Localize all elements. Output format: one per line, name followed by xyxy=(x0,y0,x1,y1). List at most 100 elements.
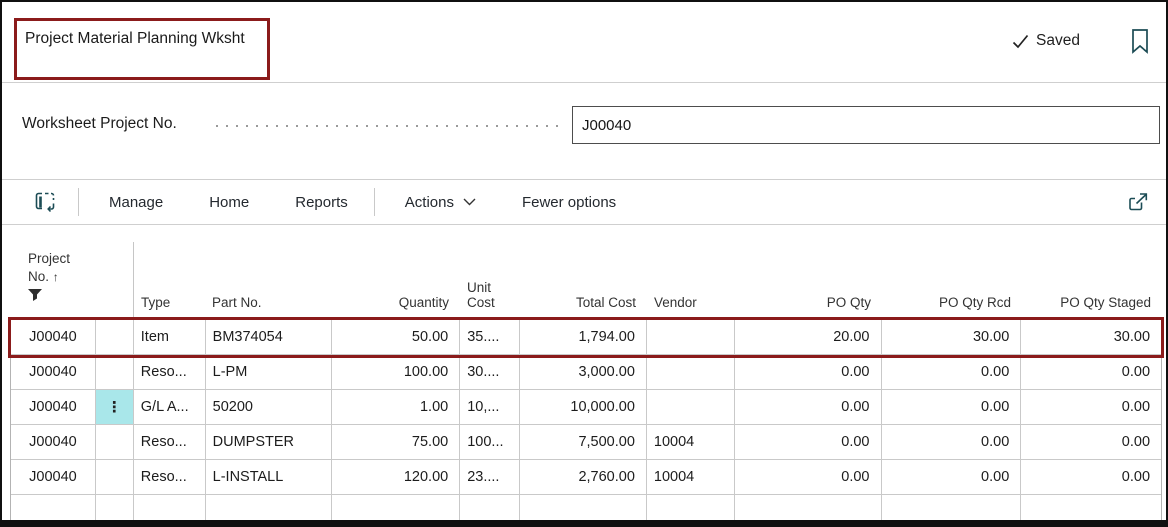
cell-unit-cost[interactable]: 23.... xyxy=(460,460,520,494)
menu-item-manage[interactable]: Manage xyxy=(109,194,163,211)
cell-po-qty[interactable]: 0.00 xyxy=(735,355,882,389)
row-menu-cell[interactable]: ⋮ xyxy=(96,390,134,424)
cell-vendor[interactable]: 10004 xyxy=(647,460,735,494)
cell-po-qty[interactable] xyxy=(735,495,882,523)
cell-part-no[interactable]: BM374054 xyxy=(206,320,333,354)
cell-po-qty-rcd[interactable]: 30.00 xyxy=(882,320,1022,354)
table-header-row: Project No. ↑ Type Part No. Quantity Uni… xyxy=(10,242,1162,319)
menu-item-fewer-options[interactable]: Fewer options xyxy=(522,194,616,211)
cell-quantity[interactable]: 120.00 xyxy=(332,460,460,494)
cell-po-qty-rcd[interactable]: 0.00 xyxy=(882,390,1022,424)
row-menu-cell[interactable] xyxy=(96,460,134,494)
grid-view-icon[interactable] xyxy=(34,191,56,213)
menu-item-home[interactable]: Home xyxy=(209,194,249,211)
cell-type[interactable] xyxy=(134,495,206,523)
table-row[interactable] xyxy=(11,495,1161,523)
cell-po-qty-rcd[interactable]: 0.00 xyxy=(882,425,1022,459)
cell-quantity[interactable]: 100.00 xyxy=(332,355,460,389)
cell-unit-cost[interactable]: 35.... xyxy=(460,320,520,354)
save-status: Saved xyxy=(1012,32,1080,50)
cell-po-qty[interactable]: 20.00 xyxy=(735,320,882,354)
cell-po-qty-staged[interactable]: 30.00 xyxy=(1021,320,1161,354)
table-row-highlighted[interactable]: J00040 ItemBM37405450.0035....1,794.00 20.… xyxy=(11,320,1161,355)
column-header-quantity[interactable]: Quantity xyxy=(332,242,460,319)
cell-project-no[interactable]: J00040 xyxy=(11,355,96,389)
row-menu-cell[interactable] xyxy=(96,355,134,389)
cell-type[interactable]: Item xyxy=(134,320,206,354)
column-header-po-qty-rcd[interactable]: PO Qty Rcd xyxy=(882,242,1022,319)
column-header-part-no[interactable]: Part No. xyxy=(205,242,332,319)
cell-project-no[interactable]: J00040 xyxy=(11,320,96,354)
cell-quantity[interactable]: 50.00 xyxy=(332,320,460,354)
cell-project-no[interactable]: J00040 xyxy=(11,390,96,424)
column-header-total-cost[interactable]: Total Cost xyxy=(520,242,647,319)
cell-unit-cost[interactable]: 10,... xyxy=(460,390,520,424)
cell-quantity[interactable]: 75.00 xyxy=(332,425,460,459)
row-menu-cell[interactable] xyxy=(96,495,134,523)
cell-type[interactable]: Reso... xyxy=(134,355,206,389)
column-header-po-qty-staged[interactable]: PO Qty Staged xyxy=(1022,242,1162,319)
cell-vendor[interactable] xyxy=(647,320,735,354)
table-body: J00040 ItemBM37405450.0035....1,794.00 20.… xyxy=(10,319,1162,524)
cell-part-no[interactable]: 50200 xyxy=(206,390,333,424)
cell-po-qty-staged[interactable] xyxy=(1021,495,1161,523)
cell-quantity[interactable]: 1.00 xyxy=(332,390,460,424)
actions-label: Actions xyxy=(405,194,454,211)
cell-total-cost[interactable]: 3,000.00 xyxy=(520,355,647,389)
filter-icon[interactable] xyxy=(28,289,42,301)
table-row[interactable]: J00040 Reso...DUMPSTER75.00100...7,500.00… xyxy=(11,425,1161,460)
cell-project-no[interactable] xyxy=(11,495,96,523)
action-toolbar: Manage Home Reports Actions Fewer option… xyxy=(2,179,1166,225)
cell-type[interactable]: Reso... xyxy=(134,460,206,494)
cell-part-no[interactable]: L-PM xyxy=(206,355,333,389)
cell-project-no[interactable]: J00040 xyxy=(11,425,96,459)
sort-ascending-icon: ↑ xyxy=(53,270,59,284)
cell-unit-cost[interactable]: 30.... xyxy=(460,355,520,389)
row-menu-cell[interactable] xyxy=(96,425,134,459)
cell-vendor[interactable] xyxy=(647,355,735,389)
cell-po-qty-staged[interactable]: 0.00 xyxy=(1021,460,1161,494)
toolbar-divider xyxy=(2,224,1166,225)
column-header-type[interactable]: Type xyxy=(133,242,205,319)
cell-po-qty-rcd[interactable]: 0.00 xyxy=(882,460,1022,494)
column-header-project-no[interactable]: Project No. ↑ xyxy=(10,242,95,319)
cell-part-no[interactable]: DUMPSTER xyxy=(206,425,333,459)
project-no-header-label: Project No. ↑ xyxy=(28,250,95,286)
cell-total-cost[interactable]: 1,794.00 xyxy=(520,320,647,354)
menu-item-reports[interactable]: Reports xyxy=(295,194,348,211)
cell-unit-cost[interactable] xyxy=(460,495,520,523)
table-row[interactable]: J00040 Reso...L-PM100.0030....3,000.00 0.0… xyxy=(11,355,1161,390)
cell-po-qty-rcd[interactable]: 0.00 xyxy=(882,355,1022,389)
cell-total-cost[interactable]: 2,760.00 xyxy=(520,460,647,494)
bookmark-icon[interactable] xyxy=(1130,28,1150,59)
cell-quantity[interactable] xyxy=(332,495,460,523)
cell-project-no[interactable]: J00040 xyxy=(11,460,96,494)
cell-po-qty-staged[interactable]: 0.00 xyxy=(1021,355,1161,389)
table-row[interactable]: J00040 Reso...L-INSTALL120.0023....2,760.… xyxy=(11,460,1161,495)
cell-po-qty[interactable]: 0.00 xyxy=(735,460,882,494)
cell-vendor[interactable] xyxy=(647,390,735,424)
cell-po-qty-staged[interactable]: 0.00 xyxy=(1021,390,1161,424)
cell-po-qty[interactable]: 0.00 xyxy=(735,425,882,459)
cell-part-no[interactable] xyxy=(206,495,333,523)
cell-unit-cost[interactable]: 100... xyxy=(460,425,520,459)
cell-vendor[interactable]: 10004 xyxy=(647,425,735,459)
column-header-vendor[interactable]: Vendor xyxy=(647,242,735,319)
cell-po-qty-rcd[interactable] xyxy=(882,495,1022,523)
row-menu-cell[interactable] xyxy=(96,320,134,354)
cell-type[interactable]: G/L A... xyxy=(134,390,206,424)
cell-total-cost[interactable]: 7,500.00 xyxy=(520,425,647,459)
worksheet-project-no-input[interactable] xyxy=(572,106,1160,144)
cell-po-qty-staged[interactable]: 0.00 xyxy=(1021,425,1161,459)
cell-total-cost[interactable] xyxy=(520,495,647,523)
cell-total-cost[interactable]: 10,000.00 xyxy=(520,390,647,424)
cell-type[interactable]: Reso... xyxy=(134,425,206,459)
column-header-po-qty[interactable]: PO Qty xyxy=(735,242,882,319)
menu-item-actions[interactable]: Actions xyxy=(405,194,476,211)
column-header-unit-cost[interactable]: Unit Cost xyxy=(460,242,520,319)
share-icon[interactable] xyxy=(1126,191,1150,213)
cell-vendor[interactable] xyxy=(647,495,735,523)
table-row[interactable]: J00040⋮G/L A...502001.0010,...10,000.00 0… xyxy=(11,390,1161,425)
cell-po-qty[interactable]: 0.00 xyxy=(735,390,882,424)
cell-part-no[interactable]: L-INSTALL xyxy=(206,460,333,494)
